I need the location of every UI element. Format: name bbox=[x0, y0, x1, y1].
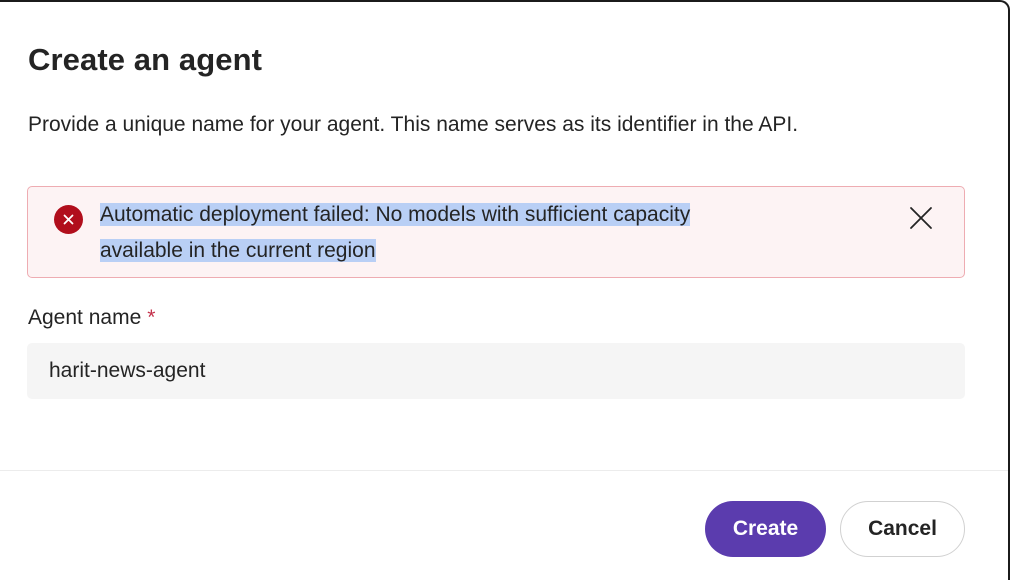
error-circle-icon bbox=[54, 205, 83, 234]
footer-divider bbox=[0, 470, 1008, 471]
error-message-bar: Automatic deployment failed: No models w… bbox=[27, 186, 965, 278]
agent-name-label: Agent name * bbox=[28, 302, 155, 334]
agent-name-input[interactable] bbox=[27, 343, 965, 399]
error-message: Automatic deployment failed: No models w… bbox=[100, 197, 860, 269]
error-x-glyph bbox=[63, 214, 74, 225]
error-message-line-2: available in the current region bbox=[100, 239, 376, 262]
create-button[interactable]: Create bbox=[705, 501, 826, 557]
cancel-button[interactable]: Cancel bbox=[840, 501, 965, 557]
create-agent-dialog: Create an agent Provide a unique name fo… bbox=[0, 0, 1010, 580]
dismiss-error-button[interactable] bbox=[906, 203, 936, 233]
error-message-line-1: Automatic deployment failed: No models w… bbox=[100, 203, 691, 226]
dialog-description: Provide a unique name for your agent. Th… bbox=[28, 113, 799, 136]
required-indicator: * bbox=[147, 306, 156, 329]
agent-name-label-text: Agent name bbox=[28, 306, 142, 329]
dialog-title: Create an agent bbox=[28, 42, 263, 77]
close-icon bbox=[910, 207, 932, 229]
